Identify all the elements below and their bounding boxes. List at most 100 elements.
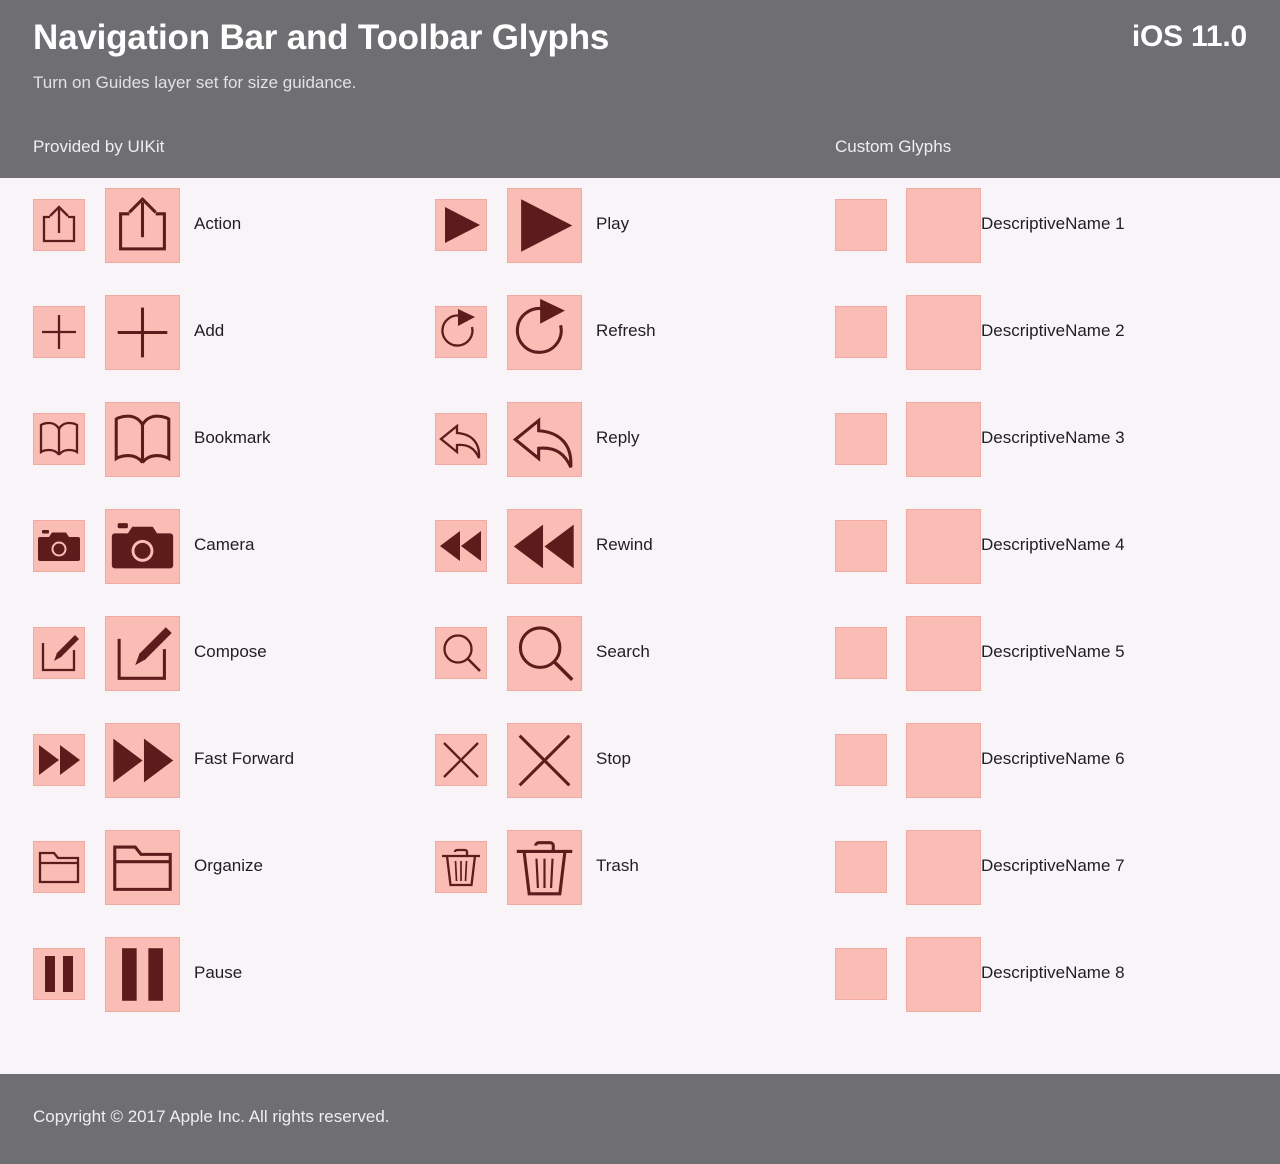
refresh-icon-large[interactable] <box>507 295 582 370</box>
glyph-row: DescriptiveName 5 <box>835 611 1255 695</box>
play-icon-large[interactable] <box>507 188 582 263</box>
glyph-row: Camera <box>33 504 453 588</box>
empty-glyph-icon-small[interactable] <box>835 627 887 679</box>
glyph-row: DescriptiveName 2 <box>835 290 1255 374</box>
section-heading-custom-glyphs: Custom Glyphs <box>835 137 952 156</box>
glyph-label: DescriptiveName 1 <box>981 214 1125 233</box>
glyph-row: DescriptiveName 3 <box>835 397 1255 481</box>
empty-glyph-icon-large[interactable] <box>906 402 981 477</box>
glyph-label: Rewind <box>596 535 653 554</box>
glyph-label: Fast Forward <box>194 749 295 768</box>
glyph-label: DescriptiveName 6 <box>981 749 1125 768</box>
stop-icon-large[interactable] <box>507 723 582 798</box>
page-header: Navigation Bar and Toolbar Glyphs iOS 11… <box>0 0 1280 178</box>
glyph-label: Search <box>596 642 650 661</box>
camera-icon-large[interactable] <box>105 509 180 584</box>
glyph-label: Organize <box>194 856 263 875</box>
empty-glyph-icon-small[interactable] <box>835 520 887 572</box>
glyph-label: Compose <box>194 642 267 661</box>
glyph-label: Bookmark <box>194 428 271 447</box>
action-icon-small[interactable] <box>33 199 85 251</box>
compose-icon-small[interactable] <box>33 627 85 679</box>
glyph-row: Fast Forward <box>33 718 453 802</box>
reply-icon-large[interactable] <box>507 402 582 477</box>
page-subtitle: Turn on Guides layer set for size guidan… <box>33 73 357 92</box>
empty-glyph-icon-large[interactable] <box>906 509 981 584</box>
glyph-label: DescriptiveName 4 <box>981 535 1125 554</box>
trash-icon-small[interactable] <box>435 841 487 893</box>
fast-forward-icon-small[interactable] <box>33 734 85 786</box>
rewind-icon-large[interactable] <box>507 509 582 584</box>
page-footer: Copyright © 2017 Apple Inc. All rights r… <box>0 1074 1280 1164</box>
add-icon-large[interactable] <box>105 295 180 370</box>
glyph-label: Pause <box>194 963 243 982</box>
organize-icon-small[interactable] <box>33 841 85 893</box>
fast-forward-icon-large[interactable] <box>105 723 180 798</box>
glyph-label: Play <box>596 214 630 233</box>
glyph-row: Compose <box>33 611 453 695</box>
glyph-row: Search <box>435 611 855 695</box>
glyph-row: DescriptiveName 4 <box>835 504 1255 588</box>
organize-icon-large[interactable] <box>105 830 180 905</box>
empty-glyph-icon-small[interactable] <box>835 306 887 358</box>
glyph-row: Play <box>435 183 855 267</box>
empty-glyph-icon-small[interactable] <box>835 734 887 786</box>
glyph-reference-page: Navigation Bar and Toolbar Glyphs iOS 11… <box>0 0 1280 1164</box>
stop-icon-small[interactable] <box>435 734 487 786</box>
glyph-row: Stop <box>435 718 855 802</box>
glyph-row: DescriptiveName 1 <box>835 183 1255 267</box>
add-icon-small[interactable] <box>33 306 85 358</box>
glyph-grid: Action Add Bookmark Camera Compose Fast Forwa… <box>0 178 1280 1074</box>
page-title: Navigation Bar and Toolbar Glyphs <box>33 18 610 57</box>
bookmark-icon-small[interactable] <box>33 413 85 465</box>
glyph-label: DescriptiveName 7 <box>981 856 1125 875</box>
empty-glyph-icon-large[interactable] <box>906 616 981 691</box>
empty-glyph-icon-small[interactable] <box>835 841 887 893</box>
trash-icon-large[interactable] <box>507 830 582 905</box>
pause-icon-large[interactable] <box>105 937 180 1012</box>
empty-glyph-icon-large[interactable] <box>906 830 981 905</box>
glyph-label: DescriptiveName 8 <box>981 963 1125 982</box>
glyph-label: Add <box>194 321 225 340</box>
glyph-label: Reply <box>596 428 640 447</box>
empty-glyph-icon-large[interactable] <box>906 937 981 1012</box>
os-version-label: iOS 11.0 <box>1131 20 1247 53</box>
glyph-row: Reply <box>435 397 855 481</box>
glyph-label: Stop <box>596 749 631 768</box>
copyright-text: Copyright © 2017 Apple Inc. All rights r… <box>33 1107 390 1126</box>
glyph-label: Refresh <box>596 321 656 340</box>
empty-glyph-icon-small[interactable] <box>835 948 887 1000</box>
rewind-icon-small[interactable] <box>435 520 487 572</box>
glyph-row: DescriptiveName 8 <box>835 932 1255 1016</box>
glyph-row: DescriptiveName 7 <box>835 825 1255 909</box>
glyph-label: DescriptiveName 2 <box>981 321 1125 340</box>
empty-glyph-icon-small[interactable] <box>835 199 887 251</box>
empty-glyph-icon-small[interactable] <box>835 413 887 465</box>
glyph-row: Bookmark <box>33 397 453 481</box>
empty-glyph-icon-large[interactable] <box>906 188 981 263</box>
compose-icon-large[interactable] <box>105 616 180 691</box>
play-icon-small[interactable] <box>435 199 487 251</box>
glyph-label: Action <box>194 214 242 233</box>
pause-icon-small[interactable] <box>33 948 85 1000</box>
action-icon-large[interactable] <box>105 188 180 263</box>
bookmark-icon-large[interactable] <box>105 402 180 477</box>
glyph-row: Rewind <box>435 504 855 588</box>
glyph-row: Action <box>33 183 453 267</box>
glyph-label: Trash <box>596 856 639 875</box>
glyph-label: Camera <box>194 535 255 554</box>
search-icon-small[interactable] <box>435 627 487 679</box>
empty-glyph-icon-large[interactable] <box>906 295 981 370</box>
refresh-icon-small[interactable] <box>435 306 487 358</box>
glyph-row: Trash <box>435 825 855 909</box>
empty-glyph-icon-large[interactable] <box>906 723 981 798</box>
glyph-row: Pause <box>33 932 453 1016</box>
camera-icon-small[interactable] <box>33 520 85 572</box>
glyph-row: DescriptiveName 6 <box>835 718 1255 802</box>
glyph-row: Organize <box>33 825 453 909</box>
glyph-row: Refresh <box>435 290 855 374</box>
search-icon-large[interactable] <box>507 616 582 691</box>
glyph-label: DescriptiveName 3 <box>981 428 1125 447</box>
glyph-label: DescriptiveName 5 <box>981 642 1125 661</box>
reply-icon-small[interactable] <box>435 413 487 465</box>
